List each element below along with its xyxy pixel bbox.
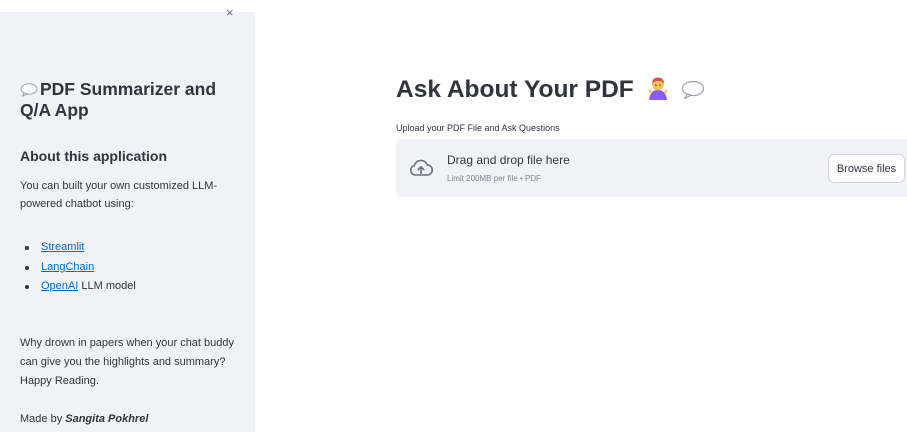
upload-label: Upload your PDF File and Ask Questions <box>396 123 560 133</box>
sidebar-close-icon[interactable]: × <box>226 8 238 18</box>
about-heading: About this application <box>20 148 167 164</box>
bullet-icon <box>25 246 29 250</box>
page-title: Ask About Your PDF <box>396 76 705 104</box>
list-item: OpenAI LLM model <box>20 277 136 297</box>
browse-files-button[interactable]: Browse files <box>828 154 905 183</box>
person-shrugging-emoji <box>647 77 668 100</box>
dropzone-limit-text: Limit 200MB per file • PDF <box>447 174 541 183</box>
speech-bubble-icon <box>20 83 38 97</box>
bullet-icon <box>25 265 29 270</box>
list-item: Streamlit <box>20 238 136 258</box>
sidebar-title: PDF Summarizer and Q/A App <box>20 79 245 121</box>
author-name: Sangita Pokhrel <box>65 413 149 425</box>
bullet-icon <box>25 285 29 289</box>
langchain-link[interactable]: LangChain <box>41 261 94 273</box>
tagline-text: Why drown in papers when your chat buddy… <box>20 337 235 387</box>
sidebar-title-text: PDF Summarizer and Q/A App <box>20 79 217 120</box>
tools-list: Streamlit LangChain OpenAI LLM model <box>20 238 136 297</box>
file-dropzone[interactable]: Drag and drop file here Limit 200MB per … <box>396 139 907 197</box>
made-by: Made by Sangita Pokhrel <box>20 413 148 425</box>
made-by-prefix: Made by <box>20 413 66 425</box>
streamlit-link[interactable]: Streamlit <box>41 241 84 253</box>
dropzone-title: Drag and drop file here <box>447 153 570 167</box>
page-title-text: Ask About Your PDF <box>396 76 634 103</box>
openai-suffix: LLM model <box>78 280 136 292</box>
about-text: You can built your own customized LLM-po… <box>20 180 218 210</box>
cloud-upload-icon <box>409 159 434 176</box>
speech-bubble-icon <box>682 80 705 100</box>
list-item: LangChain <box>20 258 136 278</box>
openai-link[interactable]: OpenAI <box>41 280 78 292</box>
sidebar: × PDF Summarizer and Q/A App About this … <box>0 8 255 432</box>
